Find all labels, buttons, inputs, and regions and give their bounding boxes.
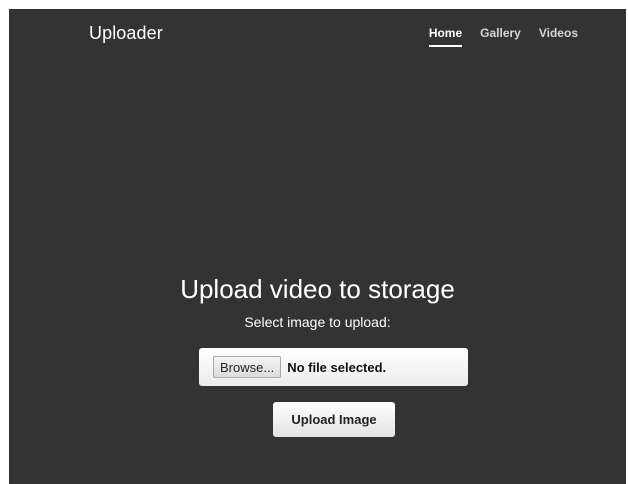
browse-button[interactable]: Browse... — [213, 356, 282, 378]
page-title: Upload video to storage — [180, 274, 455, 304]
site-brand[interactable]: Uploader — [89, 23, 163, 44]
file-input[interactable]: Browse... No file selected. — [199, 348, 468, 386]
nav-gallery[interactable]: Gallery — [480, 26, 521, 46]
nav-videos[interactable]: Videos — [539, 26, 578, 46]
nav-home[interactable]: Home — [428, 26, 463, 47]
page-frame: Uploader Home Gallery Videos Upload vide… — [9, 9, 626, 484]
file-status-text: No file selected. — [287, 359, 387, 375]
upload-instruction: Select image to upload: — [244, 314, 391, 330]
main-nav: Home Gallery Videos — [428, 26, 578, 47]
upload-image-button[interactable]: Upload Image — [273, 402, 395, 437]
